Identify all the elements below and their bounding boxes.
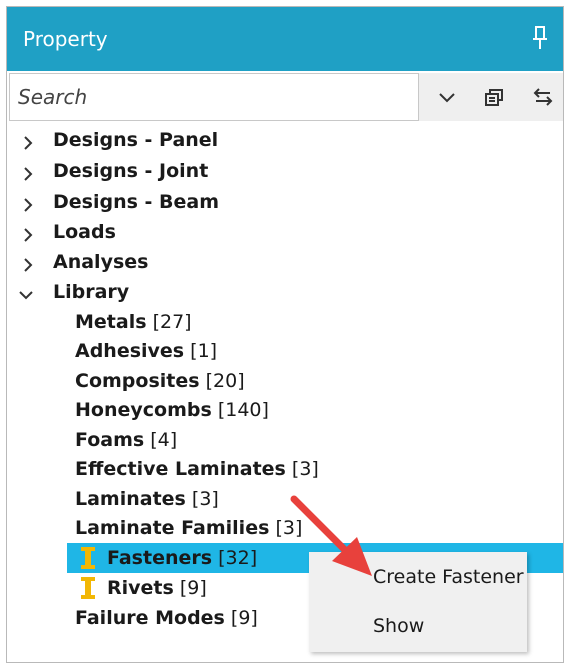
chevron-down-icon[interactable] [17, 283, 35, 301]
tree-item-label: Adhesives [75, 340, 185, 362]
tree-item-label: Effective Laminates [75, 458, 286, 480]
tree-item-count: [3] [291, 458, 319, 480]
tree-item-label: Foams [75, 429, 145, 451]
tree-item-label: Fasteners [107, 547, 213, 569]
tree-item-composites[interactable]: Composites [20] [7, 366, 563, 396]
tree-node-label: Designs - Panel [53, 129, 219, 151]
tree-item-count: [9] [230, 607, 258, 629]
toolbar [419, 73, 563, 121]
panel-header: Property [7, 7, 563, 71]
tree-item-count: [20] [205, 370, 245, 392]
pin-icon[interactable] [531, 25, 549, 51]
rivet-icon [81, 577, 95, 599]
stack-icon[interactable] [483, 85, 507, 109]
tree-item-label: Rivets [107, 577, 174, 599]
tree-item-label: Laminate Families [75, 517, 270, 539]
tree-node-label: Analyses [53, 251, 149, 273]
tree-item-label: Laminates [75, 488, 186, 510]
tree-node-designs-beam[interactable]: Designs - Beam [7, 187, 563, 217]
tree-item-count: [9] [179, 577, 207, 599]
search-row [7, 73, 563, 123]
swap-arrows-icon[interactable] [531, 85, 555, 109]
tree-item-label: Metals [75, 311, 147, 333]
tree-item-laminate-families[interactable]: Laminate Families [3] [7, 513, 563, 543]
fastener-icon [81, 547, 95, 569]
menu-item-show[interactable]: Show [373, 615, 424, 637]
tree-item-label: Composites [75, 370, 200, 392]
tree-item-count: [3] [191, 488, 219, 510]
tree-node-analyses[interactable]: Analyses [7, 247, 563, 277]
tree-node-library[interactable]: Library [7, 277, 563, 307]
panel-title: Property [23, 27, 108, 51]
tree-item-metals[interactable]: Metals [27] [7, 307, 563, 337]
tree-item-count: [1] [190, 340, 218, 362]
tree-node-label: Designs - Joint [53, 160, 209, 182]
chevron-right-icon[interactable] [19, 193, 37, 212]
tree-node-label: Designs - Beam [53, 191, 220, 213]
chevron-down-icon[interactable] [435, 85, 459, 109]
chevron-right-icon[interactable] [19, 162, 37, 181]
context-menu: Create Fastener Show [309, 552, 527, 652]
search-input[interactable] [10, 74, 418, 120]
tree-item-adhesives[interactable]: Adhesives [1] [7, 336, 563, 366]
tree-item-laminates[interactable]: Laminates [3] [7, 484, 563, 514]
tree-item-count: [3] [275, 517, 303, 539]
chevron-right-icon[interactable] [19, 253, 37, 272]
tree-item-honeycombs[interactable]: Honeycombs [140] [7, 395, 563, 425]
menu-item-create-fastener[interactable]: Create Fastener [373, 566, 524, 588]
tree-item-count: [140] [217, 399, 269, 421]
tree-node-label: Loads [53, 221, 116, 243]
tree-node-designs-joint[interactable]: Designs - Joint [7, 156, 563, 186]
tree-node-designs-panel[interactable]: Designs - Panel [7, 125, 563, 155]
search-box[interactable] [9, 73, 419, 121]
chevron-right-icon[interactable] [19, 131, 37, 150]
tree-item-foams[interactable]: Foams [4] [7, 425, 563, 455]
tree-item-count: [27] [152, 311, 192, 333]
tree-item-effective-laminates[interactable]: Effective Laminates [3] [7, 454, 563, 484]
tree-item-label: Honeycombs [75, 399, 212, 421]
tree-item-count: [4] [150, 429, 178, 451]
tree-item-count: [32] [218, 547, 258, 569]
tree-node-label: Library [53, 281, 130, 303]
tree-node-loads[interactable]: Loads [7, 217, 563, 247]
tree-item-label: Failure Modes [75, 607, 225, 629]
chevron-right-icon[interactable] [19, 223, 37, 242]
